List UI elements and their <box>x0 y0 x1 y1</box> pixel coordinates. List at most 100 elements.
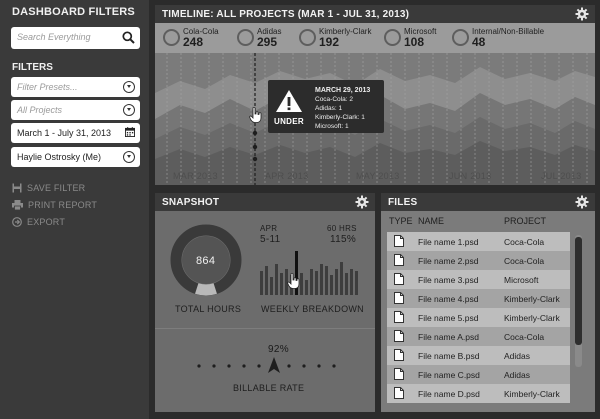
gear-icon[interactable] <box>575 7 589 21</box>
column-header-project[interactable]: PROJECT <box>504 216 546 226</box>
gear-icon[interactable] <box>355 195 369 209</box>
table-row[interactable]: File name C.psd Adidas <box>387 365 570 384</box>
weekly-bar[interactable] <box>275 264 278 295</box>
warning-icon <box>276 90 302 112</box>
table-row[interactable]: File name 4.psd Kimberly-Clark <box>387 289 570 308</box>
file-icon <box>394 349 404 361</box>
ring-icon <box>299 29 316 46</box>
table-row[interactable]: File name 2.psd Coca-Cola <box>387 251 570 270</box>
file-name: File name 3.psd <box>418 275 479 285</box>
user-value: Haylie Ostrosky (Me) <box>17 152 102 162</box>
table-row[interactable]: File name A.psd Coca-Cola <box>387 327 570 346</box>
billable-rate-gauge <box>197 357 336 373</box>
save-filter-button[interactable]: SAVE FILTER <box>12 183 85 193</box>
file-icon <box>394 311 404 323</box>
weekly-bar[interactable] <box>280 273 283 295</box>
file-icon <box>394 330 404 342</box>
file-icon <box>394 235 404 247</box>
print-icon <box>12 200 23 211</box>
ring-icon <box>163 29 180 46</box>
file-icon <box>394 254 404 266</box>
cursor-icon <box>287 273 300 289</box>
search-placeholder: Search Everything <box>17 32 91 42</box>
weekly-bar[interactable] <box>345 273 348 295</box>
billable-rate-label: BILLABLE RATE <box>233 383 305 393</box>
stat-value: 48 <box>472 35 486 49</box>
user-select[interactable]: Haylie Ostrosky (Me) <box>11 147 140 167</box>
timeline-title: TIMELINE: ALL PROJECTS (MAR 1 - JUL 31, … <box>162 9 410 20</box>
save-filter-label: SAVE FILTER <box>27 183 86 193</box>
table-row[interactable]: File name 1.psd Coca-Cola <box>387 232 570 251</box>
chevron-down-icon[interactable] <box>123 151 135 163</box>
file-project: Adidas <box>504 351 530 361</box>
scrollbar-thumb[interactable] <box>575 237 582 345</box>
tooltip-line: Kimberly-Clark: 1 <box>315 114 365 121</box>
file-project: Kimberly-Clark <box>504 294 560 304</box>
tooltip-date: MARCH 29, 2013 <box>315 87 371 94</box>
weekly-bar[interactable] <box>335 269 338 295</box>
column-header-name[interactable]: NAME <box>418 216 444 226</box>
tooltip-line: Adidas: 1 <box>315 105 343 112</box>
project-stats-bar: Cola-Cola 248 Adidas 295 Kimberly-Clark … <box>155 23 595 53</box>
export-icon <box>12 217 22 227</box>
file-icon <box>394 387 404 399</box>
filter-presets-select[interactable]: Filter Presets... <box>11 77 140 97</box>
ring-icon <box>237 29 254 46</box>
weekly-bar[interactable] <box>270 277 273 295</box>
file-icon <box>394 273 404 285</box>
search-input[interactable]: Search Everything <box>11 27 140 49</box>
file-project: Adidas <box>504 370 530 380</box>
chevron-down-icon[interactable] <box>123 81 135 93</box>
file-icon <box>394 292 404 304</box>
weekly-bar[interactable] <box>330 275 333 295</box>
file-name: File name D.psd <box>418 389 480 399</box>
weekly-bar[interactable] <box>320 264 323 295</box>
file-project: Kimberly-Clark <box>504 389 560 399</box>
date-range-field[interactable]: March 1 - July 31, 2013 <box>11 123 140 143</box>
column-header-type[interactable]: TYPE <box>389 216 413 226</box>
month-label: APR 2013 <box>265 171 309 181</box>
save-icon <box>12 183 22 193</box>
filter-presets-placeholder: Filter Presets... <box>17 82 78 92</box>
week-month: APR <box>260 224 278 233</box>
table-row[interactable]: File name 3.psd Microsoft <box>387 270 570 289</box>
gear-icon[interactable] <box>575 195 589 209</box>
projects-select[interactable]: All Projects <box>11 100 140 120</box>
weekly-bar[interactable] <box>350 269 353 295</box>
file-icon <box>394 368 404 380</box>
file-name: File name B.psd <box>418 351 480 361</box>
file-name: File name 5.psd <box>418 313 479 323</box>
sidebar: DASHBOARD FILTERS Search Everything FILT… <box>0 0 149 419</box>
file-project: Coca-Cola <box>504 332 545 342</box>
tooltip-line: Microsoft: 1 <box>315 123 349 130</box>
export-button[interactable]: EXPORT <box>12 217 65 227</box>
weekly-bar[interactable] <box>315 271 318 295</box>
weekly-bar[interactable] <box>260 271 263 295</box>
stat-value: 248 <box>183 35 204 49</box>
stat-value: 192 <box>319 35 340 49</box>
weekly-bar[interactable] <box>340 262 343 295</box>
file-project: Microsoft <box>504 275 539 285</box>
weekly-bar[interactable] <box>300 273 303 295</box>
table-row[interactable]: File name D.psd Kimberly-Clark <box>387 384 570 403</box>
billable-percent: 92% <box>268 344 289 355</box>
weekly-bar[interactable] <box>325 266 328 295</box>
weekly-bar[interactable] <box>305 280 308 295</box>
table-row[interactable]: File name 5.psd Kimberly-Clark <box>387 308 570 327</box>
weekly-bar[interactable] <box>265 266 268 295</box>
weekly-bar[interactable] <box>355 271 358 295</box>
stat-value: 108 <box>404 35 425 49</box>
calendar-icon[interactable] <box>125 127 135 137</box>
chevron-down-icon[interactable] <box>123 104 135 116</box>
weekly-bar[interactable] <box>310 269 313 295</box>
hours-percent: 115% <box>330 234 357 245</box>
search-icon[interactable] <box>122 31 135 44</box>
file-project: Coca-Cola <box>504 256 545 266</box>
weekly-breakdown-chart[interactable] <box>259 249 361 295</box>
ring-icon <box>384 29 401 46</box>
timeline-header: TIMELINE: ALL PROJECTS (MAR 1 - JUL 31, … <box>155 5 595 23</box>
table-row[interactable]: File name B.psd Adidas <box>387 346 570 365</box>
print-report-button[interactable]: PRINT REPORT <box>12 200 97 211</box>
month-label: JUN 2013 <box>449 171 492 181</box>
total-hours-value: 864 <box>196 255 216 267</box>
